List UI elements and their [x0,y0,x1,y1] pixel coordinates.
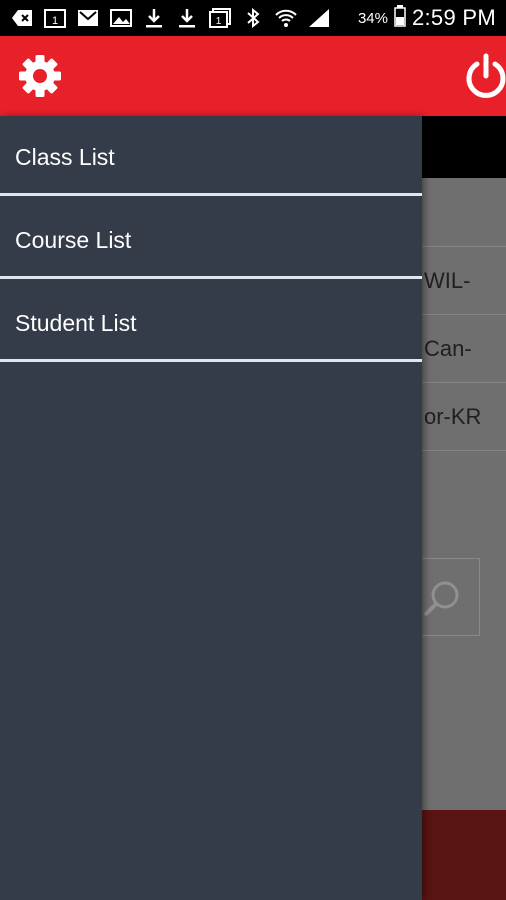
download-icon [142,8,166,28]
wifi-icon [274,8,298,28]
image-icon [109,8,133,28]
svg-text:1: 1 [216,16,222,27]
menu-item-label: Course List [15,227,132,253]
gear-icon[interactable] [18,54,62,98]
app-bar [0,36,506,116]
gmail-icon [76,8,100,28]
clock: 2:59 PM [411,5,496,30]
battery-percent: 34% [357,9,388,27]
menu-item-class-list[interactable]: Class List [0,116,422,196]
status-bar: 1 1 34% 2:59 PM [0,0,506,36]
battery-icon [394,4,406,32]
divider [0,193,422,196]
list-item-text: Can- [424,336,472,361]
menu-item-student-list[interactable]: Student List [0,282,422,362]
menu-item-label: Student List [15,310,137,336]
bluetooth-icon [241,8,265,28]
list-item-text: WIL- [424,268,471,293]
list-item-text: or-KR [424,404,482,429]
power-icon[interactable] [462,52,506,100]
svg-text:1: 1 [52,15,58,27]
menu-item-label: Class List [15,144,115,170]
divider [0,276,422,279]
menu-item-course-list[interactable]: Course List [0,199,422,279]
calendar-icon: 1 [43,8,67,28]
navigation-drawer: Class List Course List Student List [0,116,422,900]
back-arrow-icon [10,8,34,28]
calendar-icon: 1 [208,8,232,28]
download-icon [175,8,199,28]
divider [0,359,422,362]
signal-icon [307,8,331,28]
